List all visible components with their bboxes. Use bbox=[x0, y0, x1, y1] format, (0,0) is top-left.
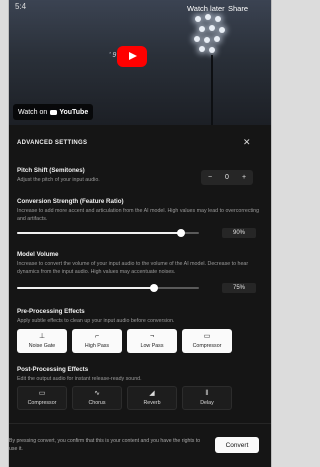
watch-on-youtube-button[interactable]: Watch on YouTube bbox=[13, 104, 94, 120]
pre-effect-button[interactable]: ⊥ Noise Gate bbox=[17, 329, 67, 353]
pre-effect-button[interactable]: ⌐ High Pass bbox=[72, 329, 122, 353]
volume-value[interactable]: 75% bbox=[222, 283, 256, 293]
reverb-icon: ◢ bbox=[149, 390, 155, 397]
post-effect-button[interactable]: ⫴ Delay bbox=[182, 386, 232, 410]
video-corner-text: 5:4 bbox=[15, 2, 27, 11]
pre-effect-button[interactable]: ¬ Low Pass bbox=[127, 329, 177, 353]
noise-gate-icon: ⊥ bbox=[38, 333, 46, 340]
pre-effect-label: High Pass bbox=[84, 343, 110, 349]
volume-slider-handle[interactable] bbox=[149, 284, 158, 292]
settings-header: ADVANCED SETTINGS bbox=[17, 140, 88, 146]
pre-effect-label: Noise Gate bbox=[28, 343, 56, 349]
post-effect-label: Chorus bbox=[88, 400, 106, 406]
pre-processing-title: Pre-Processing Effects bbox=[17, 308, 85, 315]
stadium-lights bbox=[191, 12, 231, 60]
post-effect-button[interactable]: ◢ Reverb bbox=[127, 386, 177, 410]
pre-effect-label: Low Pass bbox=[140, 343, 164, 349]
post-effect-button[interactable]: ▭ Compressor bbox=[17, 386, 67, 410]
watch-on-label: Watch on bbox=[18, 108, 48, 116]
delay-icon: ⫴ bbox=[205, 390, 209, 397]
conversion-title: Conversion Strength (Feature Ratio) bbox=[17, 198, 124, 205]
low-pass-icon: ¬ bbox=[149, 333, 155, 340]
pitch-stepper[interactable]: − 0 + bbox=[201, 170, 253, 185]
compressor-icon: ▭ bbox=[38, 390, 46, 397]
conversion-desc: Increase to add more accent and articula… bbox=[17, 208, 260, 222]
high-pass-icon: ⌐ bbox=[94, 333, 100, 340]
volume-desc: Increase to convert the volume of your i… bbox=[17, 261, 249, 275]
pre-effect-label: Compressor bbox=[192, 343, 222, 349]
compressor-icon: ▭ bbox=[203, 333, 211, 340]
decrement-button[interactable]: − bbox=[205, 174, 215, 181]
increment-button[interactable]: + bbox=[239, 174, 249, 181]
disclaimer-text: By pressing convert, you confirm that th… bbox=[9, 438, 201, 452]
conversion-slider[interactable] bbox=[17, 229, 199, 237]
volume-slider-fill bbox=[17, 287, 154, 289]
video-embed[interactable]: 5:4 '90 ES Watch later Share Watch on Yo… bbox=[9, 0, 271, 125]
pre-processing-desc: Apply subtle effects to clean up your in… bbox=[17, 318, 175, 324]
play-button[interactable] bbox=[117, 46, 147, 67]
app-frame: 5:4 '90 ES Watch later Share Watch on Yo… bbox=[8, 0, 272, 467]
share-button[interactable]: Share bbox=[228, 4, 248, 13]
footer-divider bbox=[9, 423, 271, 424]
watch-later-button[interactable]: Watch later bbox=[187, 4, 225, 13]
youtube-icon bbox=[50, 109, 58, 115]
pre-effect-button[interactable]: ▭ Compressor bbox=[182, 329, 232, 353]
pre-processing-effects: ⊥ Noise Gate ⌐ High Pass ¬ Low Pass ▭ Compresso… bbox=[17, 329, 232, 353]
post-processing-effects: ▭ Compressor ∿ Chorus ◢ Reverb ⫴ Delay bbox=[17, 386, 232, 410]
chorus-icon: ∿ bbox=[94, 390, 100, 397]
pitch-desc: Adjust the pitch of your input audio. bbox=[17, 177, 100, 183]
pitch-value: 0 bbox=[225, 174, 229, 181]
youtube-wordmark: YouTube bbox=[59, 108, 89, 116]
post-effect-button[interactable]: ∿ Chorus bbox=[72, 386, 122, 410]
conversion-value[interactable]: 90% bbox=[222, 228, 256, 238]
post-processing-desc: Edit the output audio for instant releas… bbox=[17, 376, 142, 382]
volume-slider[interactable] bbox=[17, 284, 199, 292]
convert-button[interactable]: Convert bbox=[215, 437, 259, 453]
post-effect-label: Compressor bbox=[27, 400, 57, 406]
volume-title: Model Volume bbox=[17, 251, 59, 258]
post-effect-label: Delay bbox=[200, 400, 214, 406]
conversion-slider-fill bbox=[17, 232, 181, 234]
light-pole bbox=[211, 55, 213, 125]
close-icon[interactable]: ✕ bbox=[243, 137, 251, 148]
post-effect-label: Reverb bbox=[143, 400, 161, 406]
pitch-title: Pitch Shift (Semitones) bbox=[17, 167, 85, 174]
post-processing-title: Post-Processing Effects bbox=[17, 366, 89, 373]
conversion-slider-handle[interactable] bbox=[176, 229, 185, 237]
youtube-logo: YouTube bbox=[50, 109, 88, 116]
